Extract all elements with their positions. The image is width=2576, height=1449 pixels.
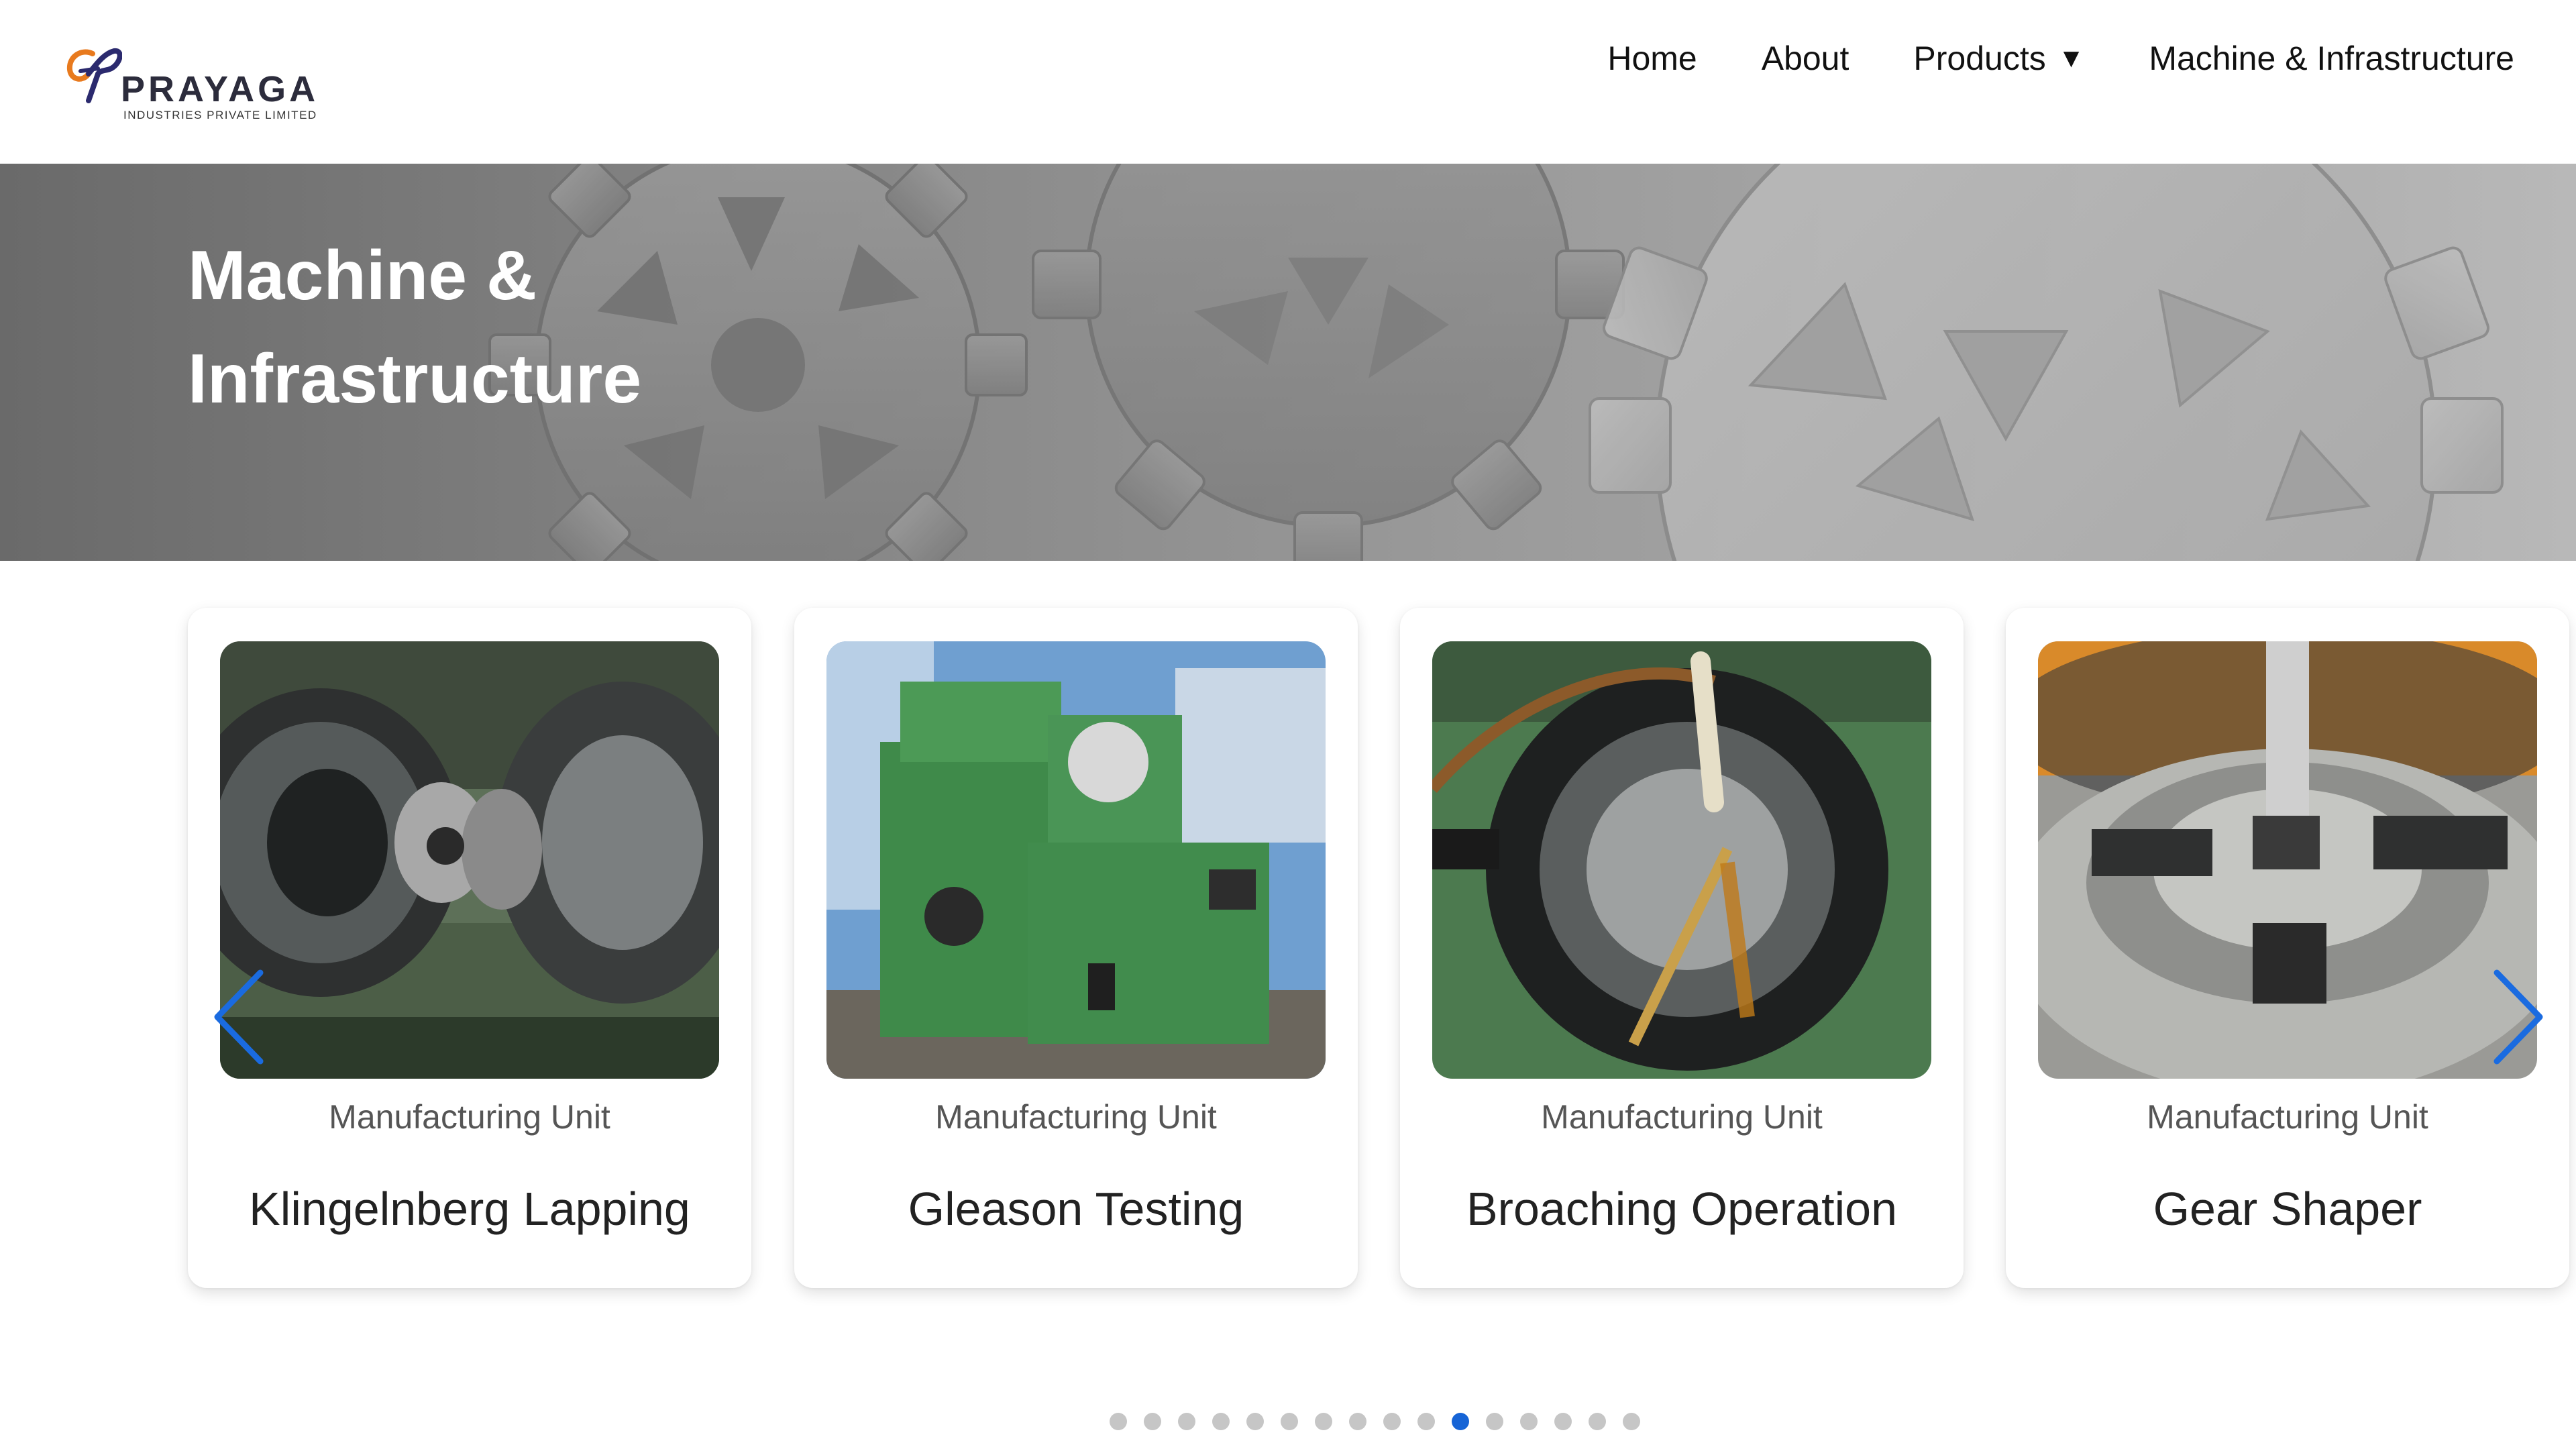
site-header: PRAYAGA INDUSTRIES PRIVATE LIMITED Home … bbox=[0, 0, 2576, 164]
pagination-dot-active[interactable] bbox=[1452, 1413, 1469, 1430]
pagination-dot[interactable] bbox=[1178, 1413, 1195, 1430]
carousel-pagination bbox=[1110, 1413, 1640, 1430]
pagination-dot[interactable] bbox=[1623, 1413, 1640, 1430]
pagination-dot[interactable] bbox=[1349, 1413, 1366, 1430]
nav-products-label: Products bbox=[1913, 40, 2046, 77]
pagination-dot[interactable] bbox=[1212, 1413, 1230, 1430]
carousel-card[interactable]: Manufacturing Unit Broaching Operation bbox=[1400, 608, 1964, 1288]
green-machine-photo bbox=[826, 641, 1326, 1079]
pagination-dot[interactable] bbox=[1315, 1413, 1332, 1430]
brand-logo-icon bbox=[66, 48, 122, 103]
chuck-photo bbox=[2038, 641, 2537, 1079]
pagination-dot[interactable] bbox=[1417, 1413, 1435, 1430]
main-nav: Home About Products ▼ Machine & Infrastr… bbox=[1607, 39, 2514, 78]
nav-machine-infrastructure[interactable]: Machine & Infrastructure bbox=[2149, 39, 2514, 78]
nav-about-label: About bbox=[1761, 40, 1849, 77]
page-title: Machine & Infrastructure bbox=[188, 224, 792, 431]
card-category-label: Manufacturing Unit bbox=[1541, 1098, 1823, 1136]
pagination-dot[interactable] bbox=[1110, 1413, 1127, 1430]
pagination-dot[interactable] bbox=[1281, 1413, 1298, 1430]
pagination-dot[interactable] bbox=[1246, 1413, 1264, 1430]
hero-banner: Machine & Infrastructure bbox=[0, 164, 2576, 561]
brand-name: PRAYAGA bbox=[121, 69, 319, 109]
carousel-prev-button[interactable] bbox=[208, 963, 268, 1071]
nav-machine-infrastructure-label: Machine & Infrastructure bbox=[2149, 40, 2514, 77]
broaching-photo bbox=[1432, 641, 1931, 1079]
caret-down-icon: ▼ bbox=[2057, 43, 2085, 73]
card-category-label: Manufacturing Unit bbox=[2147, 1098, 2428, 1136]
carousel-card[interactable]: Manufacturing Unit Gear Shaper bbox=[2006, 608, 2569, 1288]
pagination-dot[interactable] bbox=[1383, 1413, 1401, 1430]
nav-about[interactable]: About bbox=[1762, 39, 1849, 78]
pagination-dot[interactable] bbox=[1589, 1413, 1606, 1430]
carousel-card[interactable]: Manufacturing Unit Klingelnberg Lapping bbox=[188, 608, 751, 1288]
bevel-gear-lapping-photo bbox=[220, 641, 719, 1079]
brand-tagline: INDUSTRIES PRIVATE LIMITED bbox=[123, 109, 317, 121]
chevron-right-icon bbox=[2493, 969, 2543, 1065]
card-category-label: Manufacturing Unit bbox=[935, 1098, 1217, 1136]
nav-home[interactable]: Home bbox=[1607, 39, 1697, 78]
page-title-line-2: Infrastructure bbox=[188, 340, 642, 418]
page-title-line-1: Machine & bbox=[188, 237, 537, 315]
card-title: Gleason Testing bbox=[908, 1183, 1244, 1235]
card-title: Klingelnberg Lapping bbox=[249, 1183, 690, 1235]
pagination-dot[interactable] bbox=[1520, 1413, 1538, 1430]
pagination-dot[interactable] bbox=[1144, 1413, 1161, 1430]
nav-products[interactable]: Products ▼ bbox=[1913, 39, 2084, 78]
chevron-left-icon bbox=[214, 969, 264, 1065]
brand-logo[interactable]: PRAYAGA INDUSTRIES PRIVATE LIMITED bbox=[62, 39, 343, 126]
machine-carousel: Manufacturing Unit Klingelnberg Lapping … bbox=[0, 561, 2576, 1449]
pagination-dot[interactable] bbox=[1554, 1413, 1572, 1430]
card-category-label: Manufacturing Unit bbox=[329, 1098, 610, 1136]
pagination-dot[interactable] bbox=[1486, 1413, 1503, 1430]
card-title: Broaching Operation bbox=[1466, 1183, 1898, 1235]
carousel-next-button[interactable] bbox=[2489, 963, 2549, 1071]
carousel-card[interactable]: Manufacturing Unit Gleason Testing bbox=[794, 608, 1358, 1288]
nav-home-label: Home bbox=[1607, 40, 1697, 77]
card-title: Gear Shaper bbox=[2153, 1183, 2422, 1235]
